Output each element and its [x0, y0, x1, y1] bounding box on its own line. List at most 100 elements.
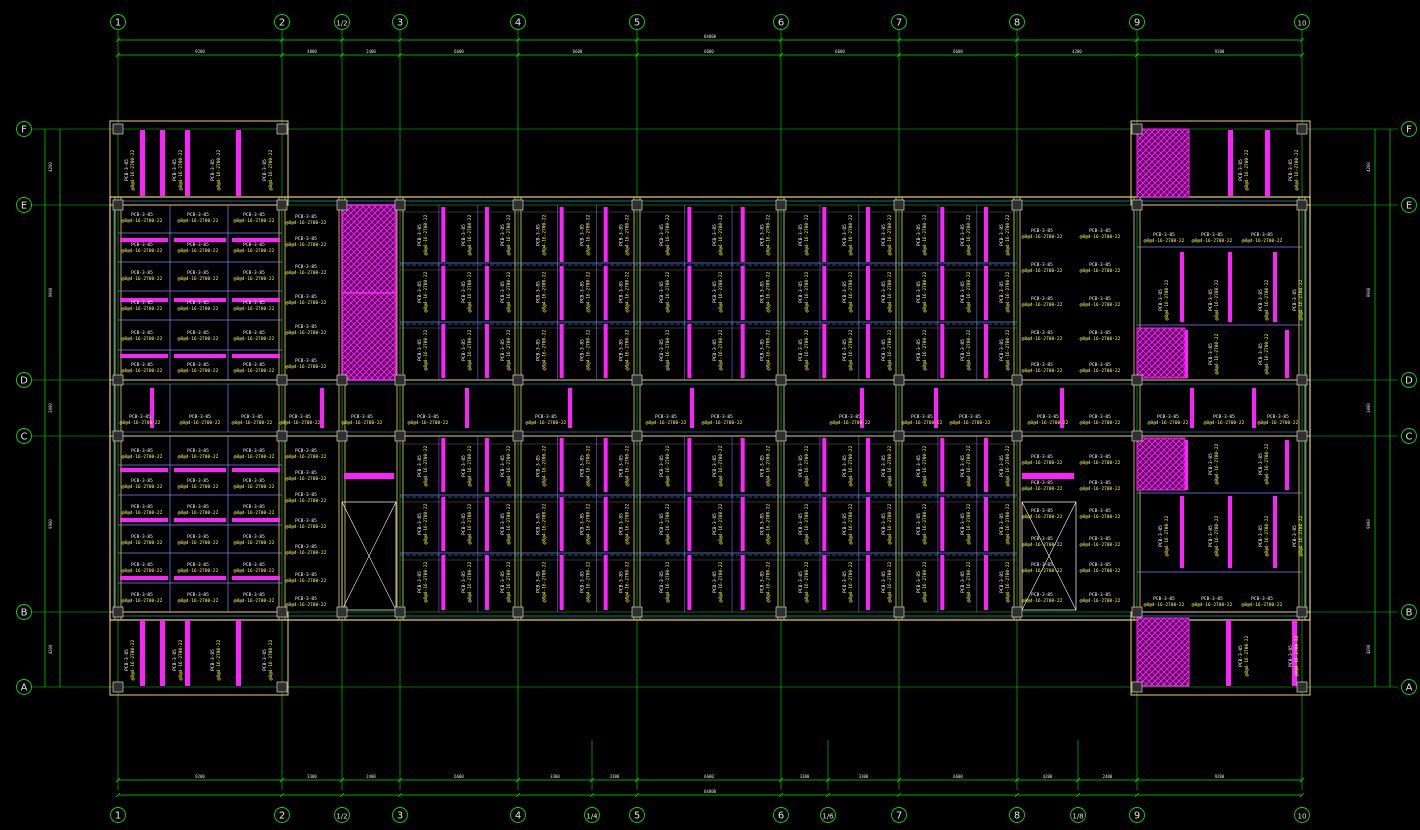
structural-column — [112, 681, 124, 693]
slab-code-label: PCB-3-85 — [916, 571, 922, 593]
slab-code-label: PCB-3-85 — [960, 571, 966, 593]
slab-rebar-label: @8@4-16-2700-22 — [848, 445, 854, 486]
slab-code-label: PCB-3-85 — [243, 330, 265, 336]
dim-top-seg: 9200 — [1215, 49, 1225, 54]
slab-rebar-label: @8@4-16-2700-22 — [585, 503, 591, 544]
slab-code-label: PCB-3-85 — [187, 504, 209, 510]
slab-code-label: PCB-3-85 — [1031, 362, 1053, 368]
slab-rebar-label: @8@4-16-2700-22 — [1005, 445, 1011, 486]
slab-rebar-label: @8@4-16-2700-22 — [766, 214, 772, 255]
slab-rebar-label: @8@4-16-2700-22 — [830, 420, 871, 426]
slab-rebar-label: @8@4-16-2700-22 — [1264, 515, 1270, 556]
slab-code-label: PCB-3-85 — [417, 571, 423, 593]
rebar-strip-v — [983, 497, 988, 551]
slab-rebar-label: @8@4-16-2700-22 — [1080, 568, 1121, 574]
slab-code-label: PCB-3-85 — [960, 455, 966, 477]
slab-code-label: PCB-3-85 — [461, 455, 467, 477]
slab-code-label: PCB-3-85 — [1031, 296, 1053, 302]
slab-rebar-label: @8@4-16-2700-22 — [286, 330, 327, 336]
structural-column — [394, 430, 406, 442]
slab-rebar-label: @8@4-16-2700-22 — [122, 306, 163, 312]
dim-top-seg: 9200 — [195, 49, 205, 54]
rebar-strip-v — [603, 438, 608, 492]
slab-code-label: PCB-3-85 — [1213, 414, 1235, 420]
slab-code-label: PCB-3-85 — [916, 513, 922, 535]
rebar-strip-v — [160, 620, 165, 686]
slab-code-label: PCB-3-85 — [579, 513, 585, 535]
structural-column — [336, 430, 348, 442]
slab-rebar-label: @8@4-16-2700-22 — [625, 561, 631, 602]
rebar-strip-v — [983, 324, 988, 378]
slab-code-label: PCB-3-85 — [579, 455, 585, 477]
slab-rebar-label: @8@4-16-2700-22 — [585, 329, 591, 370]
slab-rebar-label: @8@4-16-2700-22 — [541, 271, 547, 312]
slab-code-label: PCB-3-85 — [839, 414, 861, 420]
slab-rebar-label: @8@4-16-2700-22 — [234, 510, 275, 516]
dim-top-seg: 4000 — [307, 49, 317, 54]
structural-column — [1131, 606, 1143, 618]
slab-rebar-label: @8@4-16-2700-22 — [1080, 542, 1121, 548]
slab-rebar-label: @8@4-16-2700-22 — [408, 420, 449, 426]
rebar-strip-v — [983, 555, 988, 610]
rebar-strip-v — [441, 438, 446, 492]
slab-rebar-label: @8@4-16-2700-22 — [1144, 602, 1185, 608]
slab-rebar-label: @8@4-16-2700-22 — [966, 214, 972, 255]
structural-column — [1296, 199, 1308, 211]
slab-code-label: PCB-3-85 — [1258, 525, 1264, 547]
slab-code-label: PCB-3-85 — [1208, 289, 1214, 311]
slab-rebar-label: @8@4-16-2700-22 — [966, 503, 972, 544]
rebar-strip-v — [687, 207, 692, 262]
slab-rebar-label: @8@4-16-2700-22 — [234, 276, 275, 282]
cad-drawing-canvas[interactable]: PCB-3-85 @8@4-16-2700-22 PCB-3-85 @8@4-16-2… — [0, 0, 1420, 830]
slab-rebar-label: @8@4-16-2700-22 — [234, 568, 275, 574]
slab-code-label: PCB-3-85 — [131, 242, 153, 248]
slab-code-label: PCB-3-85 — [131, 504, 153, 510]
structural-column — [512, 199, 524, 211]
slab-code-label: PCB-3-85 — [712, 224, 718, 246]
slab-code-label: PCB-3-85 — [187, 242, 209, 248]
structural-column — [1011, 374, 1023, 386]
slab-code-label: PCB-3-85 — [535, 339, 541, 361]
slab-code-label: PCB-3-85 — [798, 281, 804, 303]
slab-rebar-label: @8@4-16-2700-22 — [1192, 602, 1233, 608]
slab-code-label: PCB-3-85 — [187, 300, 209, 306]
slab-rebar-label: @8@4-16-2700-22 — [625, 329, 631, 370]
slab-code-label: PCB-3-85 — [619, 224, 625, 246]
slab-rebar-label: @8@4-16-2700-22 — [1022, 598, 1063, 604]
slab-code-label: PCB-3-85 — [712, 339, 718, 361]
slab-rebar-label: @8@4-16-2700-22 — [1005, 561, 1011, 602]
rebar-strip-v — [740, 266, 745, 320]
rebar-strip-v — [740, 324, 745, 378]
rebar-strip-v — [320, 388, 324, 428]
slab-code-label: PCB-3-85 — [262, 159, 268, 181]
slab-code-label: PCB-3-85 — [959, 414, 981, 420]
slab-code-label: PCB-3-85 — [131, 212, 153, 218]
rebar-strip-v — [865, 438, 870, 492]
slab-rebar-label: @8@4-16-2700-22 — [922, 329, 928, 370]
slab-code-label: PCB-3-85 — [535, 513, 541, 535]
slab-code-label: PCB-3-85 — [1089, 536, 1111, 542]
slab-code-label: PCB-3-85 — [187, 270, 209, 276]
rebar-strip-v — [140, 130, 145, 196]
slab-code-label: PCB-3-85 — [1037, 414, 1059, 420]
slab-code-label: PCB-3-85 — [241, 414, 263, 420]
slab-rebar-label: @8@4-16-2700-22 — [625, 445, 631, 486]
slab-rebar-label: @8@4-16-2700-22 — [234, 336, 275, 342]
slab-code-label: PCB-3-85 — [243, 362, 265, 368]
slab-rebar-label: @8@4-16-2700-22 — [122, 248, 163, 254]
rebar-strip-v — [185, 620, 190, 686]
slab-rebar-label: @8@4-16-2700-22 — [848, 503, 854, 544]
slab-rebar-label: @8@4-16-2700-22 — [286, 270, 327, 276]
slab-code-label: PCB-3-85 — [187, 212, 209, 218]
dim-right-seg: 4200 — [1366, 162, 1371, 172]
rebar-strip-v — [940, 497, 945, 551]
axis-bottom-4-label: 4 — [515, 811, 521, 822]
slab-rebar-label: @8@4-16-2700-22 — [718, 214, 724, 255]
slab-rebar-label: @8@4-16-2700-22 — [625, 214, 631, 255]
rebar-strip-h — [174, 576, 226, 580]
rebar-strip-v — [185, 130, 190, 196]
dim-top-seg: 4200 — [1072, 49, 1082, 54]
rebar-strip-v — [1265, 130, 1270, 196]
structural-column — [394, 606, 406, 618]
rebar-strip-v — [687, 497, 692, 551]
